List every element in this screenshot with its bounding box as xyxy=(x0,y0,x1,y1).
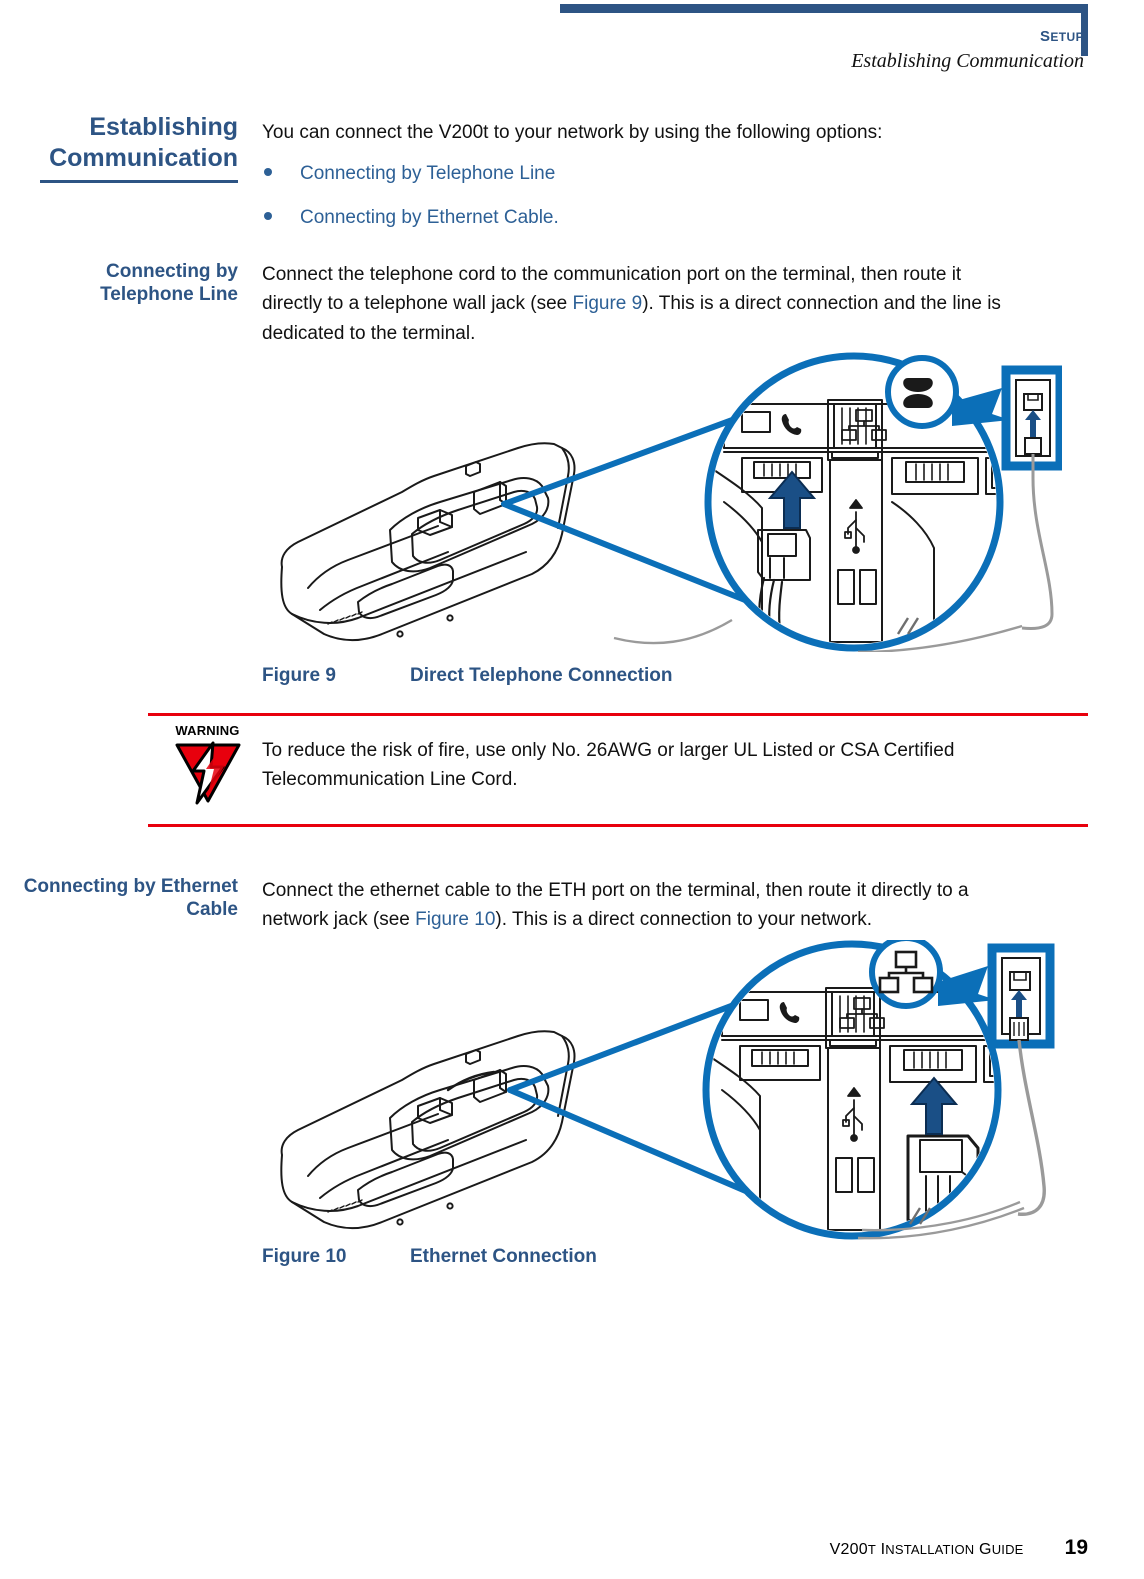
figure-10-number: Figure 10 xyxy=(262,1246,347,1267)
page-title-underline xyxy=(40,180,238,183)
link-connecting-ethernet[interactable]: Connecting by Ethernet Cable. xyxy=(300,207,559,228)
footer-guide-installation: NSTALLATION xyxy=(885,1542,975,1557)
document-page: SETUP Establishing Communication Establi… xyxy=(0,0,1144,1579)
figure-9-cross-reference[interactable]: Figure 9 xyxy=(573,293,643,314)
list-item[interactable]: Connecting by Ethernet Cable. xyxy=(262,203,1022,232)
paragraph-ethernet-part2: ). This is a direct connection to your n… xyxy=(495,909,873,931)
warning-label: WARNING xyxy=(175,723,240,738)
bullet-icon xyxy=(264,211,272,220)
figure-9-illustration xyxy=(262,352,1065,657)
footer-guide-t: T xyxy=(867,1542,876,1557)
sidehead-connecting-ethernet: Connecting by Ethernet Cable xyxy=(23,876,238,921)
figure-10-illustration xyxy=(262,935,1062,1245)
footer-guide-title: V200T INSTALLATION GUIDE xyxy=(829,1541,1024,1558)
page-footer: V200T INSTALLATION GUIDE 19 xyxy=(0,1536,1088,1560)
warning-icon-group: WARNING xyxy=(160,724,255,810)
figure-9-caption: Figure 9 Direct Telephone Connection xyxy=(262,665,673,687)
figure-9-title: Direct Telephone Connection xyxy=(410,665,673,686)
figure-10-title: Ethernet Connection xyxy=(410,1246,597,1267)
figure-10-cross-reference[interactable]: Figure 10 xyxy=(415,909,495,930)
paragraph-ethernet: Connect the ethernet cable to the ETH po… xyxy=(262,876,1032,935)
options-list: Connecting by Telephone Line Connecting … xyxy=(262,159,1022,232)
list-item[interactable]: Connecting by Telephone Line xyxy=(262,159,1022,188)
header-chapter-smallcaps: ETUP xyxy=(1050,30,1084,44)
intro-block: You can connect the V200t to your networ… xyxy=(262,118,1022,246)
intro-paragraph: You can connect the V200t to your networ… xyxy=(262,122,883,143)
warning-text: To reduce the risk of fire, use only No.… xyxy=(262,740,955,791)
page-title: Establishing Communication xyxy=(49,113,238,172)
header-rule xyxy=(560,4,1088,13)
warning-rule-top xyxy=(148,713,1088,716)
page-number: 19 xyxy=(1064,1536,1088,1559)
sidehead-connecting-telephone: Connecting by Telephone Line xyxy=(100,261,238,306)
figure-10-caption: Figure 10 Ethernet Connection xyxy=(262,1246,597,1268)
header-chapter-label: SETUP xyxy=(1039,28,1084,45)
header-section-label: Establishing Communication xyxy=(851,49,1084,72)
warning-rule-bottom xyxy=(148,824,1088,827)
running-header: SETUP Establishing Communication xyxy=(851,28,1084,74)
footer-guide-guide: UIDE xyxy=(991,1542,1024,1557)
paragraph-telephone: Connect the telephone cord to the commun… xyxy=(262,260,1012,348)
bullet-icon xyxy=(264,168,272,177)
figure-9-number: Figure 9 xyxy=(262,665,336,686)
telephone-badge xyxy=(885,355,959,429)
warning-lightning-triangle-icon xyxy=(175,741,240,805)
link-connecting-telephone[interactable]: Connecting by Telephone Line xyxy=(300,163,555,184)
